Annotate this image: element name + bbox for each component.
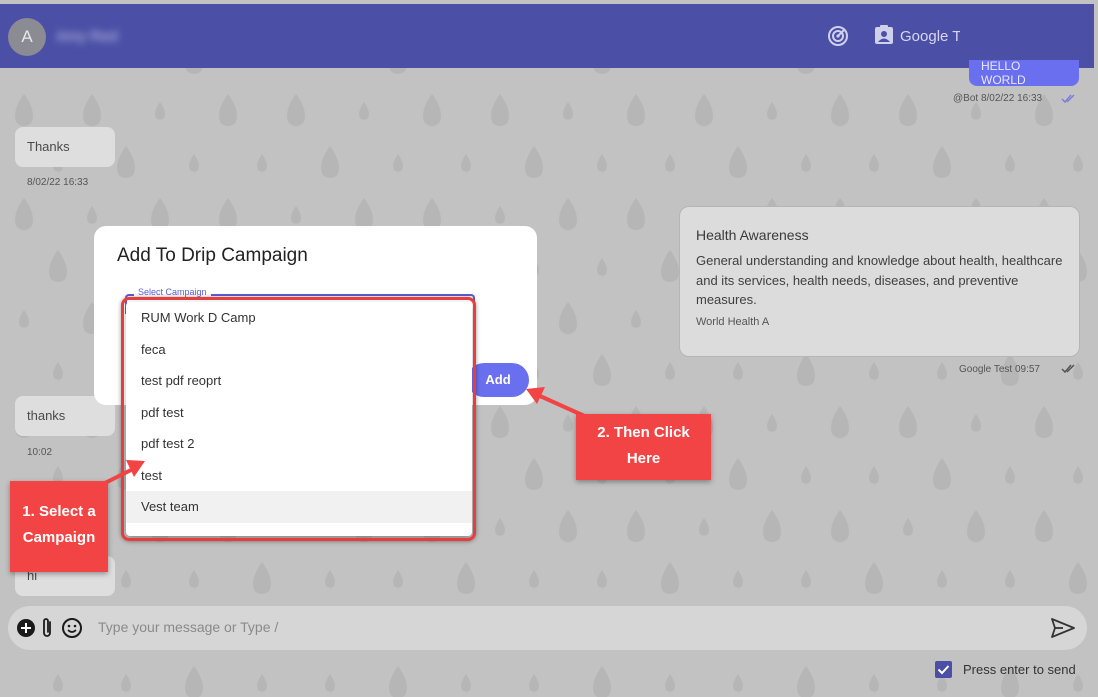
annotation-arrows xyxy=(74,387,601,500)
step2-line1: 2. Then Click xyxy=(597,424,690,441)
step2-callout: 2. Then Click Here xyxy=(576,414,711,480)
step2-line2: Here xyxy=(626,450,661,467)
chat-app: A Amy Red Google Test HELLO WORLD @Bot 8… xyxy=(0,0,1098,697)
step1-line2: Campaign xyxy=(22,529,96,546)
step1-callout: 1. Select a Campaign xyxy=(10,481,108,572)
step1-line1: 1. Select a xyxy=(22,503,96,520)
